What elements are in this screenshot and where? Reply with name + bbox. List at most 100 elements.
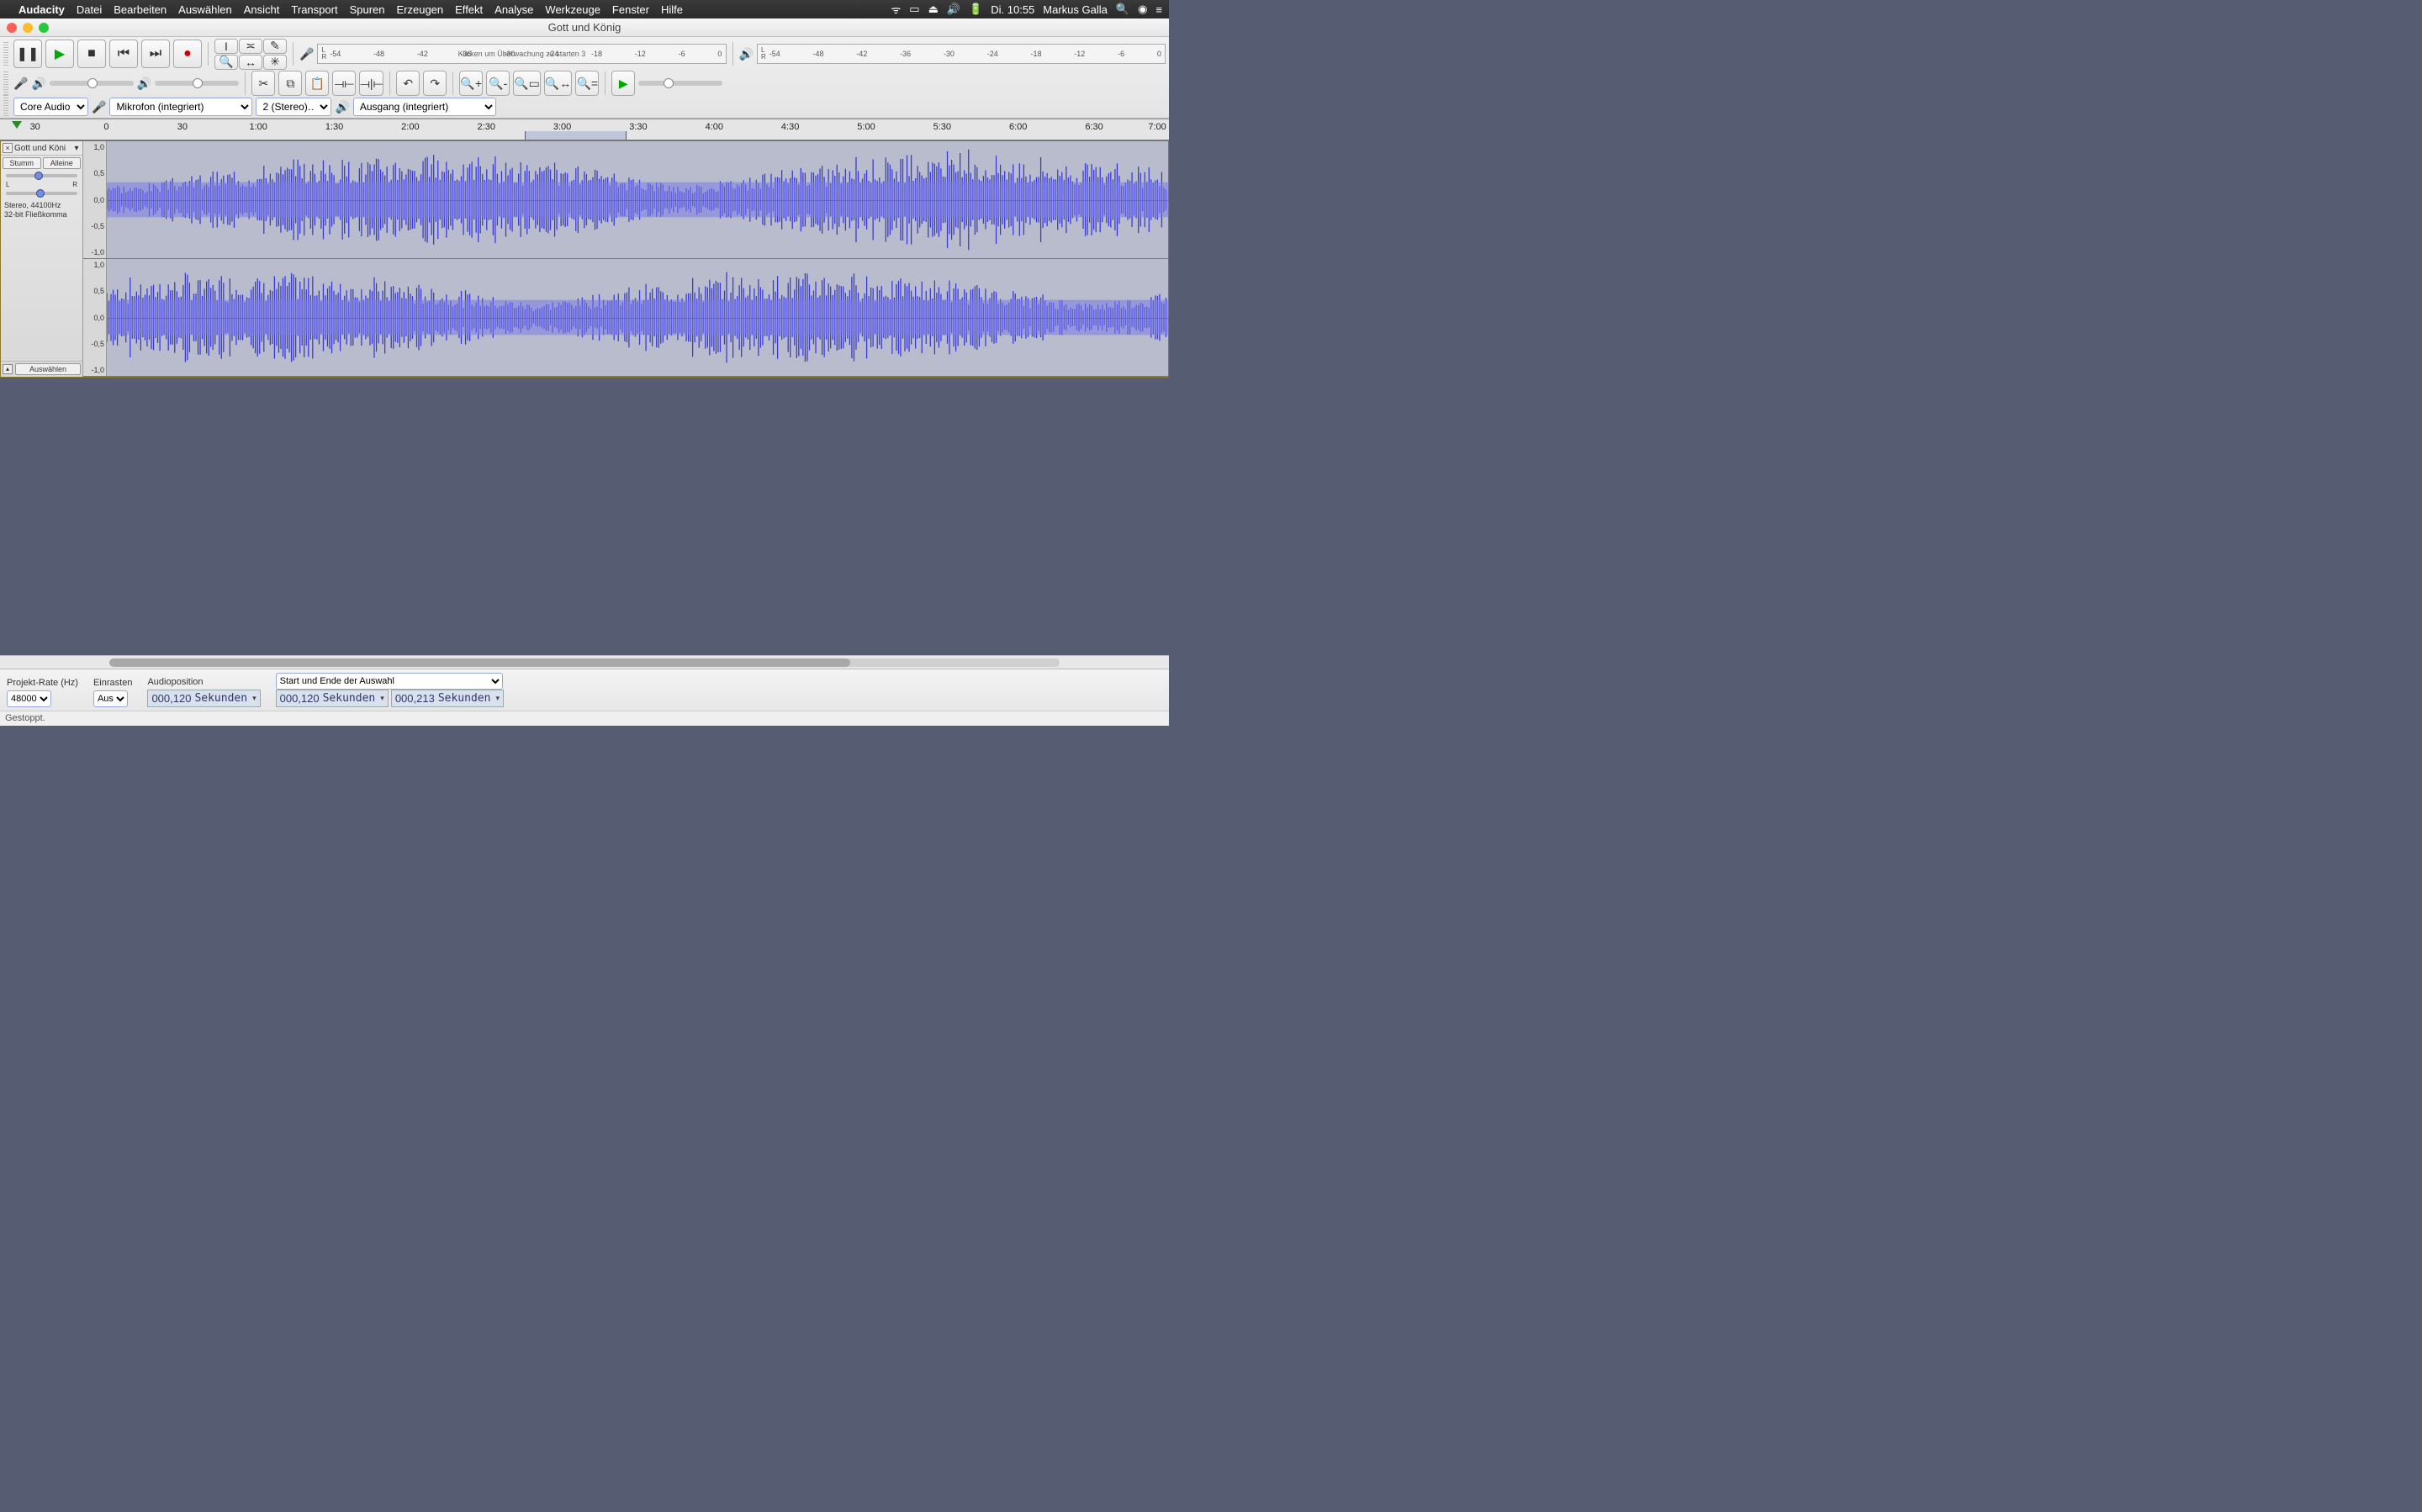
macos-menubar: Audacity Datei Bearbeiten Auswählen Ansi…: [0, 0, 1169, 19]
recording-meter[interactable]: L R -54 -48 -42 -36 -30 -24 -18 -12 -6 0…: [317, 44, 726, 64]
selection-tool[interactable]: I: [214, 39, 238, 54]
zoom-tool[interactable]: 🔍: [214, 55, 238, 70]
volume-icon[interactable]: 🔊: [947, 3, 960, 16]
eject-icon[interactable]: ⏏: [928, 3, 939, 16]
track-menu-dropdown[interactable]: ▾: [72, 144, 81, 153]
grip[interactable]: [3, 42, 8, 66]
mute-button[interactable]: Stumm: [3, 157, 41, 169]
play-button[interactable]: ▶: [45, 40, 74, 68]
siri-icon[interactable]: ◉: [1138, 3, 1147, 16]
draw-tool[interactable]: ✎: [263, 39, 287, 54]
zoom-out-button[interactable]: 🔍-: [486, 71, 510, 96]
menu-datei[interactable]: Datei: [77, 3, 102, 16]
zoom-sel-button[interactable]: 🔍▭: [513, 71, 541, 96]
selection-end-display[interactable]: 000,213Sekunden▾: [391, 690, 504, 707]
selection-mode-select[interactable]: Start und Ende der Auswahl: [276, 673, 503, 690]
window-maximize[interactable]: [39, 23, 49, 33]
window-titlebar: Gott und König: [0, 19, 1169, 37]
playhead-marker[interactable]: [12, 121, 22, 129]
grip[interactable]: [3, 95, 8, 119]
timeshift-tool[interactable]: ↔: [239, 55, 262, 70]
undo-button[interactable]: ↶: [396, 71, 420, 96]
timeline-selection[interactable]: [525, 131, 627, 140]
battery-icon[interactable]: 🔋: [969, 3, 982, 16]
clock[interactable]: Di. 10:55: [991, 3, 1034, 16]
selection-toolbar: Projekt-Rate (Hz) 48000 Einrasten Aus Au…: [0, 669, 1169, 711]
menu-effekt[interactable]: Effekt: [455, 3, 483, 16]
menu-fenster[interactable]: Fenster: [612, 3, 649, 16]
track-close-button[interactable]: ×: [3, 143, 13, 153]
project-rate-select[interactable]: 48000: [7, 690, 51, 707]
play-volume-slider[interactable]: [155, 81, 239, 86]
recording-channels-select[interactable]: 2 (Stereo)…: [256, 98, 331, 116]
snap-label: Einrasten: [93, 678, 132, 688]
spotlight-icon[interactable]: 🔍: [1116, 3, 1129, 16]
menu-auswaehlen[interactable]: Auswählen: [178, 3, 232, 16]
multi-tool[interactable]: ✳: [263, 55, 287, 70]
track-select-button[interactable]: Auswählen: [15, 363, 81, 375]
play-at-speed-button[interactable]: ▶: [611, 71, 635, 96]
playback-meter[interactable]: L R -54 -48 -42 -36 -30 -24 -18 -12 -6 0: [757, 44, 1166, 64]
recording-device-select[interactable]: Mikrofon (integriert): [109, 98, 252, 116]
horizontal-scrollbar[interactable]: [0, 655, 1169, 669]
toolbar-area: ❚❚ ▶ ■ ⏮ ⏭ ● I ≍ ✎ 🔍 ↔ ✳ 🎤 L R -54 -48 -…: [0, 37, 1169, 119]
audio-track: × Gott und Köni ▾ Stumm Alleine LR Stere…: [0, 140, 1169, 378]
grip[interactable]: [3, 71, 8, 95]
trim-button[interactable]: ⟞⟝: [332, 71, 356, 96]
menu-bearbeiten[interactable]: Bearbeiten: [114, 3, 167, 16]
copy-button[interactable]: ⧉: [278, 71, 302, 96]
menu-transport[interactable]: Transport: [291, 3, 337, 16]
project-rate-label: Projekt-Rate (Hz): [7, 678, 78, 688]
menu-hilfe[interactable]: Hilfe: [661, 3, 683, 16]
pan-slider[interactable]: [1, 188, 82, 198]
speaker-icon-small2: 🔊: [137, 77, 151, 91]
stop-button[interactable]: ■: [77, 40, 106, 68]
meter-hint: Klicken um Überwachung zu starten 3: [458, 50, 586, 58]
gain-slider[interactable]: [1, 171, 82, 181]
redo-button[interactable]: ↷: [423, 71, 447, 96]
menu-erzeugen[interactable]: Erzeugen: [396, 3, 443, 16]
play-speed-slider[interactable]: [638, 81, 722, 86]
playback-device-select[interactable]: Ausgang (integriert): [353, 98, 496, 116]
audio-position-display[interactable]: 000,120Sekunden▾: [147, 690, 260, 707]
pause-button[interactable]: ❚❚: [13, 40, 42, 68]
amplitude-scale: 1,00,50,0-0,5-1,0: [83, 259, 107, 376]
waveform-right[interactable]: 1,00,50,0-0,5-1,0: [83, 259, 1168, 377]
audio-position-label: Audioposition: [147, 677, 260, 687]
audio-host-select[interactable]: Core Audio: [13, 98, 88, 116]
wifi-icon[interactable]: ᯤ: [891, 2, 901, 17]
skip-end-button[interactable]: ⏭: [141, 40, 170, 68]
menu-analyse[interactable]: Analyse: [494, 3, 533, 16]
silence-button[interactable]: ⟞|⟝: [359, 71, 383, 96]
envelope-tool[interactable]: ≍: [239, 39, 262, 54]
zoom-fit-button[interactable]: 🔍↔: [544, 71, 572, 96]
tracks-area: × Gott und Köni ▾ Stumm Alleine LR Stere…: [0, 140, 1169, 378]
cut-button[interactable]: ✂: [251, 71, 275, 96]
collapse-button[interactable]: ▴: [3, 364, 13, 374]
user-name[interactable]: Markus Galla: [1043, 3, 1108, 16]
solo-button[interactable]: Alleine: [43, 157, 82, 169]
timeline-ruler[interactable]: 30 0 30 1:00 1:30 2:00 2:30 3:00 3:30 4:…: [0, 119, 1169, 140]
skip-start-button[interactable]: ⏮: [109, 40, 138, 68]
menu-spuren[interactable]: Spuren: [350, 3, 385, 16]
mic-icon-small: 🎤: [13, 77, 28, 91]
track-name[interactable]: Gott und Köni: [14, 144, 71, 153]
paste-button[interactable]: 📋: [305, 71, 329, 96]
zoom-in-button[interactable]: 🔍+: [459, 71, 483, 96]
empty-tracks-area[interactable]: [0, 378, 1169, 655]
notification-icon[interactable]: ≡: [1155, 3, 1162, 16]
airplay-icon[interactable]: ▭: [909, 3, 919, 16]
record-button[interactable]: ●: [173, 40, 202, 68]
snap-select[interactable]: Aus: [93, 690, 128, 707]
rec-volume-slider[interactable]: [50, 81, 134, 86]
speaker-icon-small: 🔊: [31, 77, 45, 91]
waveform-left[interactable]: 1,00,50,0-0,5-1,0: [83, 141, 1168, 259]
window-close[interactable]: [7, 23, 17, 33]
menu-ansicht[interactable]: Ansicht: [244, 3, 280, 16]
menu-werkzeuge[interactable]: Werkzeuge: [545, 3, 600, 16]
selection-start-display[interactable]: 000,120Sekunden▾: [276, 690, 389, 707]
meter-lr: L R: [321, 47, 326, 61]
app-menu[interactable]: Audacity: [19, 3, 65, 16]
zoom-toggle-button[interactable]: 🔍=: [575, 71, 599, 96]
window-minimize[interactable]: [23, 23, 33, 33]
